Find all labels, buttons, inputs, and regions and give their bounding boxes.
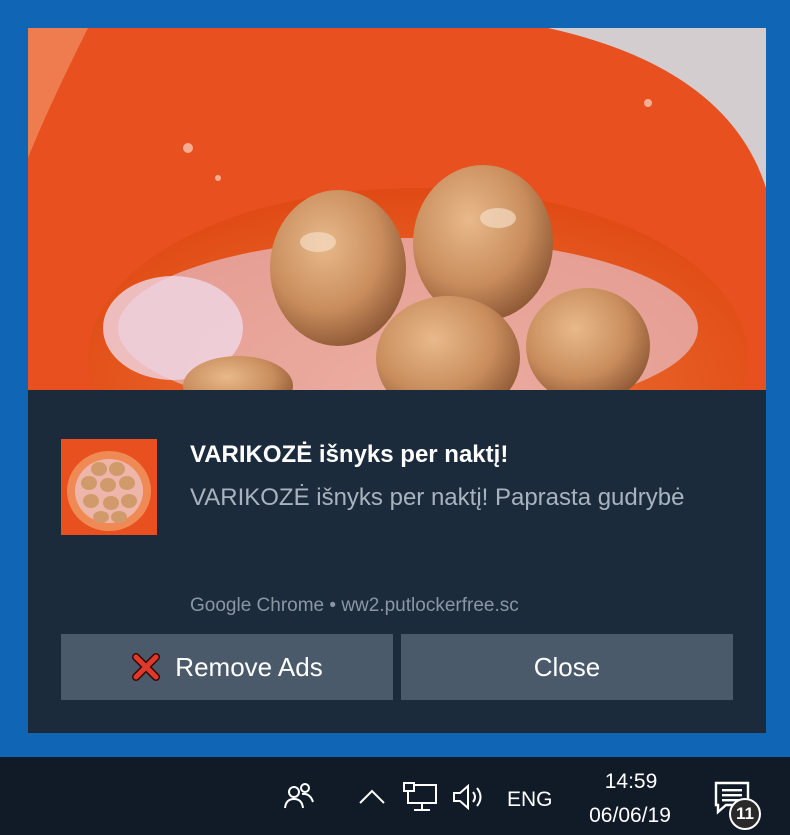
volume-icon[interactable] — [450, 781, 488, 813]
chevron-up-icon[interactable] — [356, 783, 388, 811]
clock-date[interactable]: 06/06/19 — [578, 803, 682, 829]
hero-image — [28, 28, 766, 390]
notification-toast[interactable]: VARIKOZĖ išnyks per naktį! VARIKOZĖ išny… — [28, 28, 766, 733]
close-label: Close — [533, 651, 601, 682]
people-icon[interactable] — [282, 779, 316, 813]
taskbar: ENG 14:59 06/06/19 — [0, 757, 790, 835]
notification-content: VARIKOZĖ išnyks per naktį! VARIKOZĖ išny… — [28, 390, 766, 733]
notification-count-badge: 11 — [729, 798, 761, 830]
language-indicator[interactable]: ENG — [507, 787, 553, 813]
notification-thumbnail — [61, 439, 157, 535]
notification-attribution: Google Chrome • ww2.putlockerfree.sc — [190, 595, 519, 616]
remove-ads-label: Remove Ads — [175, 651, 323, 682]
close-button[interactable]: Close — [401, 634, 733, 700]
remove-ads-button[interactable]: Remove Ads — [61, 634, 393, 700]
notification-body: VARIKOZĖ išnyks per naktį! Paprasta gudr… — [190, 484, 685, 511]
clock-time[interactable]: 14:59 — [596, 769, 666, 795]
red-x-icon — [132, 653, 161, 681]
network-icon[interactable] — [402, 781, 442, 813]
notification-title: VARIKOZĖ išnyks per naktį! — [190, 441, 509, 468]
